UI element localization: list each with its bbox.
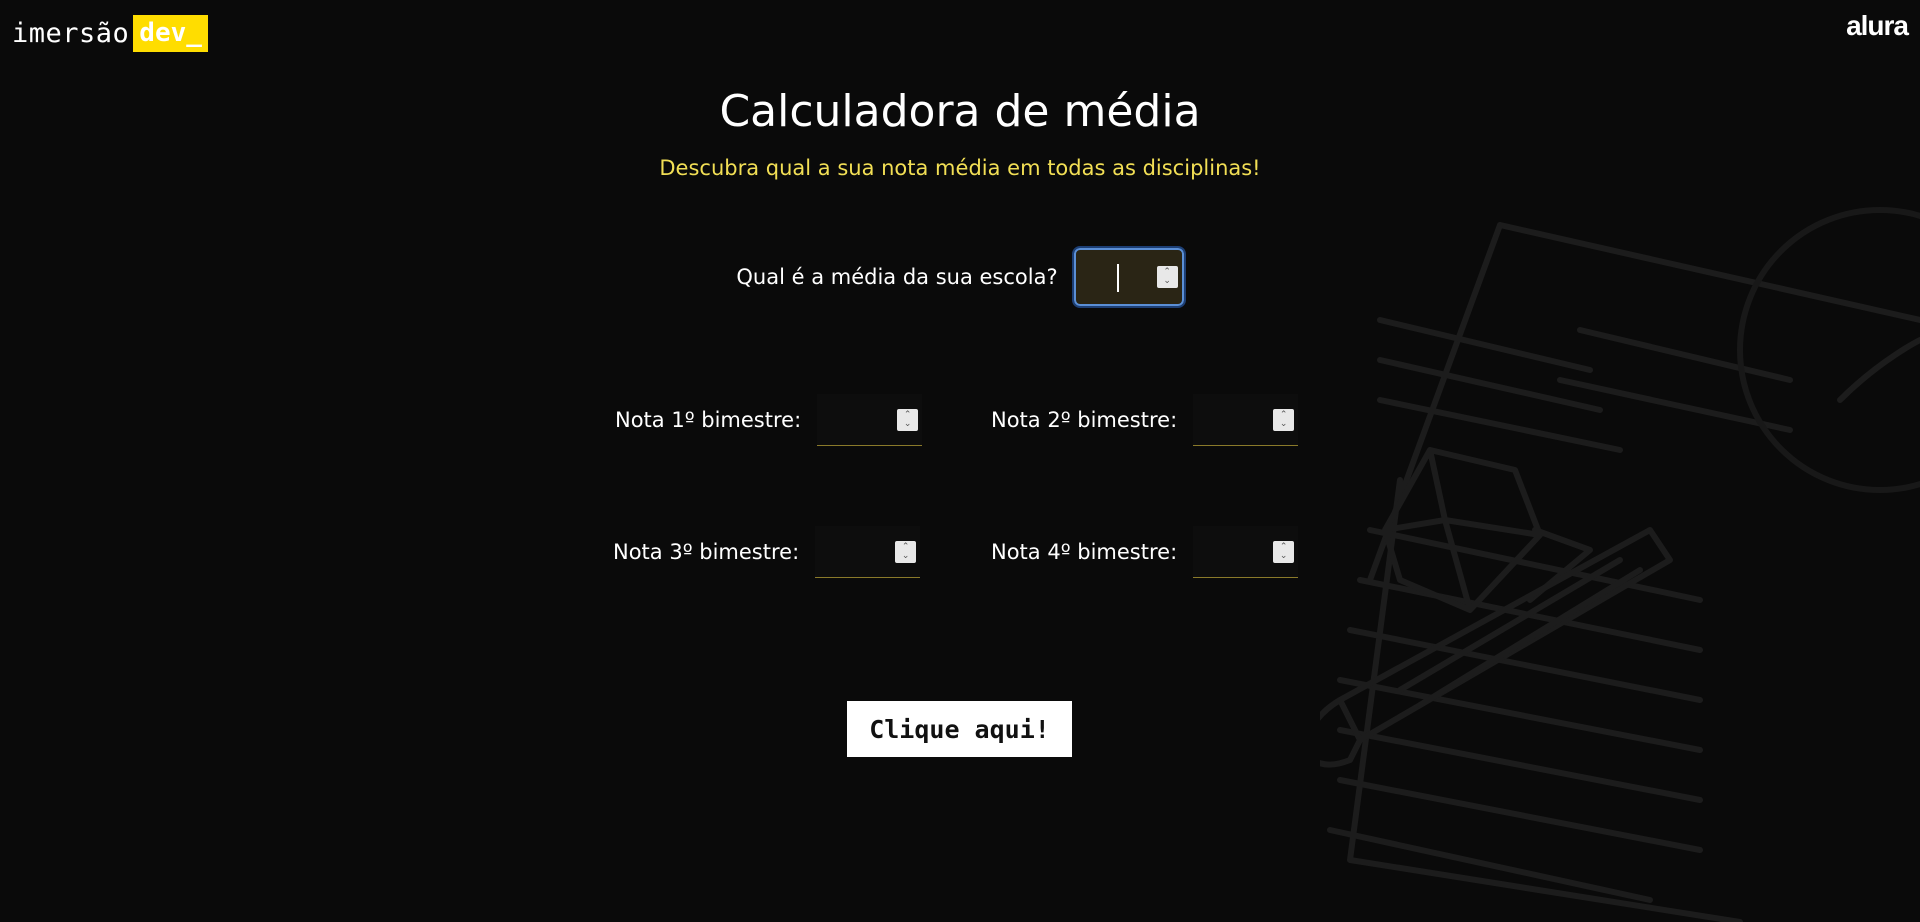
- imersao-dev-logo[interactable]: imersão dev_: [12, 15, 208, 52]
- calculate-button[interactable]: Clique aqui!: [847, 701, 1072, 757]
- grade-2-field: Nota 2º bimestre: ⌃ ⌄: [991, 392, 1299, 448]
- notebook-pencil-illustration-icon: [1320, 207, 1920, 922]
- page-subtitle: Descubra qual a sua nota média em todas …: [659, 156, 1261, 180]
- logo-badge: dev_: [133, 15, 208, 52]
- spin-arrows-icon[interactable]: ⌃ ⌄: [1156, 266, 1178, 288]
- logo-text: imersão: [12, 18, 130, 49]
- school-average-label: Qual é a média da sua escola?: [736, 265, 1058, 289]
- grade-4-input[interactable]: ⌃ ⌄: [1193, 526, 1299, 578]
- school-average-input[interactable]: ⌃ ⌄: [1071, 246, 1186, 308]
- grade-1-label: Nota 1º bimestre:: [615, 408, 802, 432]
- school-average-row: Qual é a média da sua escola? ⌃ ⌄: [0, 246, 1920, 308]
- alura-brand-logo[interactable]: alura: [1846, 10, 1909, 42]
- spin-arrows-icon[interactable]: ⌃ ⌄: [895, 540, 917, 563]
- grade-2-label: Nota 2º bimestre:: [991, 408, 1178, 432]
- spin-arrows-icon[interactable]: ⌃ ⌄: [1273, 408, 1295, 431]
- page: imersão dev_ alura Calculadora de média …: [0, 0, 1920, 922]
- text-caret: [1116, 264, 1119, 292]
- grade-1-input[interactable]: ⌃ ⌄: [817, 394, 923, 446]
- spin-arrows-icon[interactable]: ⌃ ⌄: [897, 408, 919, 431]
- grade-2-input[interactable]: ⌃ ⌄: [1193, 394, 1299, 446]
- grade-4-label: Nota 4º bimestre:: [991, 540, 1178, 564]
- spin-arrows-icon[interactable]: ⌃ ⌄: [1273, 540, 1295, 563]
- grade-1-field: Nota 1º bimestre: ⌃ ⌄: [615, 392, 923, 448]
- grade-3-label: Nota 3º bimestre:: [613, 540, 800, 564]
- page-title: Calculadora de média: [719, 86, 1201, 137]
- grade-3-input[interactable]: ⌃ ⌄: [815, 526, 921, 578]
- grade-4-field: Nota 4º bimestre: ⌃ ⌄: [991, 524, 1299, 580]
- grade-3-field: Nota 3º bimestre: ⌃ ⌄: [613, 524, 921, 580]
